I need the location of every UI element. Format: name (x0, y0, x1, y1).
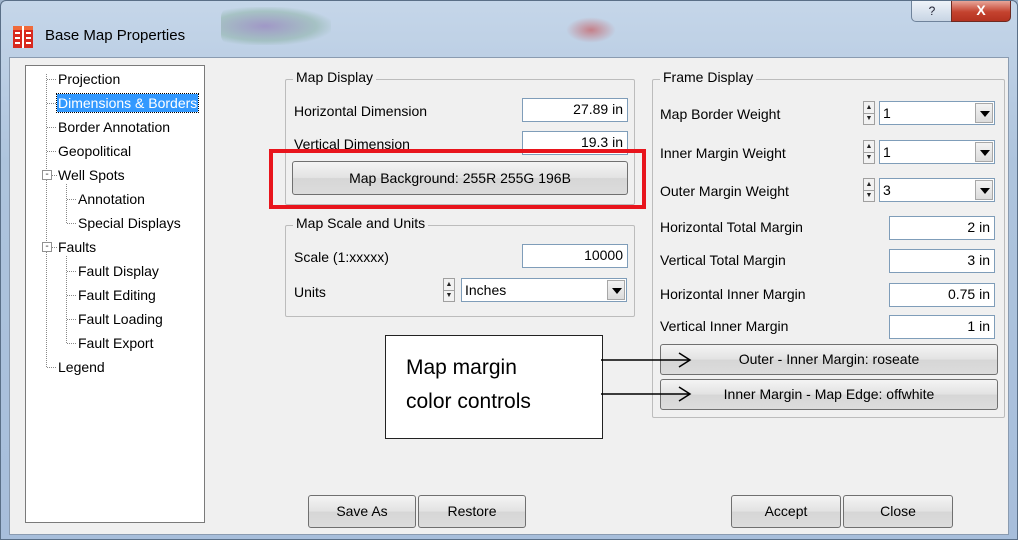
close-button[interactable]: Close (843, 495, 953, 528)
chevron-down-icon[interactable] (975, 180, 993, 200)
map-border-weight-label: Map Border Weight (660, 106, 781, 122)
titlebar-background-blur (221, 7, 331, 45)
map-scale-units-group (285, 225, 635, 317)
callout-text-line1: Map margin (406, 356, 517, 379)
tree-item-annotation[interactable]: Annotation (78, 190, 145, 208)
chevron-down-icon[interactable] (975, 103, 993, 123)
restore-button[interactable]: Restore (418, 495, 526, 528)
scale-label: Scale (1:xxxxx) (294, 249, 389, 265)
units-select-value: Inches (465, 282, 507, 298)
inner-margin-weight-spinner[interactable]: ▲ ▼ (863, 140, 875, 164)
vertical-total-margin-field[interactable]: 3 in (889, 249, 995, 273)
window-title: Base Map Properties (45, 27, 186, 44)
tree-item-legend[interactable]: Legend (58, 358, 105, 376)
dialog-window: Base Map Properties ? X Projection Dimen… (0, 0, 1018, 540)
outer-inner-margin-color-button[interactable]: Outer - Inner Margin: roseate (660, 344, 998, 375)
units-select[interactable]: Inches (461, 278, 627, 302)
tree-line (66, 184, 67, 223)
tree-item-border-annotation[interactable]: Border Annotation (58, 118, 170, 136)
app-icon (13, 26, 33, 48)
spin-down-icon[interactable]: ▼ (864, 190, 874, 201)
titlebar-background-blur (566, 17, 616, 43)
tree-line (46, 74, 47, 367)
tree-item-fault-export[interactable]: Fault Export (78, 334, 153, 352)
units-label: Units (294, 284, 326, 300)
outer-margin-weight-select[interactable]: 3 (879, 178, 995, 202)
inner-margin-weight-select[interactable]: 1 (879, 140, 995, 164)
outer-margin-weight-value: 3 (883, 182, 891, 198)
tree-item-fault-loading[interactable]: Fault Loading (78, 310, 163, 328)
tree-item-geopolitical[interactable]: Geopolitical (58, 142, 131, 160)
horizontal-inner-margin-label: Horizontal Inner Margin (660, 286, 806, 302)
spin-down-icon[interactable]: ▼ (444, 290, 454, 301)
window-close-button[interactable]: X (951, 1, 1011, 22)
tree-item-dimensions-borders[interactable]: Dimensions & Borders (55, 93, 200, 113)
tree-item-faults[interactable]: Faults (58, 238, 96, 256)
chevron-down-icon[interactable] (975, 142, 993, 162)
tree-item-fault-display[interactable]: Fault Display (78, 262, 159, 280)
horizontal-dimension-label: Horizontal Dimension (294, 103, 428, 119)
collapse-icon[interactable]: - (42, 170, 52, 180)
accept-button[interactable]: Accept (731, 495, 841, 528)
collapse-icon[interactable]: - (42, 242, 52, 252)
outer-margin-weight-label: Outer Margin Weight (660, 183, 789, 199)
map-border-weight-spinner[interactable]: ▲ ▼ (863, 101, 875, 125)
help-button[interactable]: ? (911, 1, 953, 22)
horizontal-total-margin-label: Horizontal Total Margin (660, 219, 803, 235)
inner-margin-weight-label: Inner Margin Weight (660, 145, 786, 161)
callout-arrows (601, 352, 692, 402)
spin-down-icon[interactable]: ▼ (864, 113, 874, 124)
outer-margin-weight-spinner[interactable]: ▲ ▼ (863, 178, 875, 202)
horizontal-total-margin-field[interactable]: 2 in (889, 216, 995, 240)
tree-item-special-displays[interactable]: Special Displays (78, 214, 181, 232)
scale-field[interactable]: 10000 (522, 244, 628, 268)
tree-item-projection[interactable]: Projection (58, 70, 120, 88)
map-scale-units-title: Map Scale and Units (293, 215, 429, 231)
vertical-inner-margin-label: Vertical Inner Margin (660, 318, 789, 334)
annotation-callout: Map margin color controls (385, 335, 603, 439)
tree-item-well-spots[interactable]: Well Spots (58, 166, 125, 184)
vertical-total-margin-label: Vertical Total Margin (660, 252, 786, 268)
vertical-inner-margin-field[interactable]: 1 in (889, 315, 995, 339)
units-spinner[interactable]: ▲ ▼ (443, 278, 455, 302)
horizontal-inner-margin-field[interactable]: 0.75 in (889, 283, 995, 307)
map-display-title: Map Display (293, 69, 377, 85)
horizontal-dimension-field[interactable]: 27.89 in (522, 98, 628, 122)
chevron-down-icon[interactable] (607, 280, 625, 300)
save-as-button[interactable]: Save As (308, 495, 416, 528)
spin-down-icon[interactable]: ▼ (864, 152, 874, 163)
callout-text-line2: color controls (406, 390, 531, 413)
inner-margin-map-edge-color-button[interactable]: Inner Margin - Map Edge: offwhite (660, 379, 998, 410)
map-border-weight-select[interactable]: 1 (879, 101, 995, 125)
frame-display-title: Frame Display (660, 69, 757, 85)
category-tree[interactable]: Projection Dimensions & Borders Border A… (25, 65, 205, 523)
map-background-highlight (269, 149, 646, 209)
tree-line (66, 256, 67, 343)
inner-margin-weight-value: 1 (883, 144, 891, 160)
tree-item-fault-editing[interactable]: Fault Editing (78, 286, 156, 304)
map-border-weight-value: 1 (883, 105, 891, 121)
